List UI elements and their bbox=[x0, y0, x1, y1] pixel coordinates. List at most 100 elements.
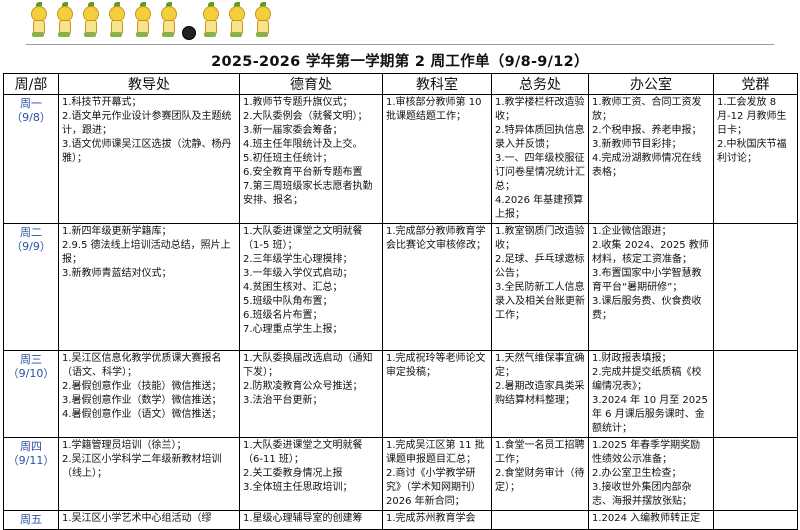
mascot-image bbox=[224, 2, 248, 40]
day-date: （9/9） bbox=[11, 240, 51, 253]
task-item: 3.法治平台更新； bbox=[243, 395, 323, 406]
task-item: 2.语文单元作业设计参赛团队及主题统计，跟进； bbox=[62, 111, 232, 136]
task-cell-general-affairs bbox=[491, 510, 589, 530]
day-label: 周五 bbox=[20, 513, 42, 526]
task-cell-general-affairs: 1.天然气维保事宜确定； 2.暑期改造家具类采购结算材料整理； bbox=[491, 350, 589, 438]
column-header-day: 周/部 bbox=[3, 73, 59, 95]
task-item: 2.吴江区小学科学二年级新教材培训（线上）； bbox=[62, 454, 222, 479]
task-cell-party-union bbox=[713, 437, 798, 511]
table-row: 周一 （9/8） 1.科技节开幕式； 2.语文单元作业设计参赛团队及主题统计，跟进； 3… bbox=[3, 94, 798, 224]
task-cell-moral: 1.大队委进课堂之文明就餐（6-11 班）； 2.关工委教身情况上报 3.全体班主任… bbox=[239, 437, 383, 511]
table-row: 周五 1.吴江区小学艺术中心组活动（缪 1.星级心理辅导室的创建筹 1.完成苏州教育学… bbox=[3, 510, 798, 530]
task-cell-moral: 1.大队委换届改选启动（通知下发）； 2.防欺凌教育公众号推送； 3.法治平台更新； bbox=[239, 350, 383, 438]
task-item: 3.布置国家中小学智慧教育平台“暑期研修”； bbox=[592, 268, 702, 293]
task-item: 1.天然气维保事宜确定； bbox=[495, 353, 585, 378]
task-cell-teaching: 1.吴江区信息化教学优质课大赛报名（语文、科学）； 2.暑假创意作业（技能）微信推… bbox=[58, 350, 240, 438]
task-item: 2.暑期改造家具类采购结算材料整理； bbox=[495, 381, 585, 406]
task-item: 1.吴江区小学艺术中心组活动（缪 bbox=[62, 513, 212, 524]
task-cell-research: 1.完成部分教师教育学会比赛论文审核修改； bbox=[382, 223, 492, 351]
task-item: 2.足球、乒乓球邀标公告； bbox=[495, 254, 585, 279]
task-item: 3.一年级入学仪式启动； bbox=[243, 268, 353, 279]
task-cell-moral: 1.教师节专题升旗仪式； 2.大队委例会（就餐文明）； 3.新一届家委会筹备； 4.班… bbox=[239, 94, 383, 224]
task-item: 1.学籍管理员培训（徐兰）； bbox=[62, 440, 187, 451]
task-item: 1.教室钢质门改造验收； bbox=[495, 226, 585, 251]
mascot-image bbox=[26, 2, 50, 40]
task-item: 2.暑假创意作业（技能）微信推送； bbox=[62, 381, 222, 392]
task-item: 2.关工委教身情况上报 bbox=[243, 468, 343, 479]
day-date: （9/10） bbox=[7, 367, 55, 380]
task-item: 1.财政报表填报； bbox=[592, 353, 672, 364]
task-item: 3.新教师青蓝结对仪式； bbox=[62, 268, 172, 279]
task-item: 1.新四年级更新学籍库； bbox=[62, 226, 172, 237]
task-cell-teaching: 1.学籍管理员培训（徐兰）； 2.吴江区小学科学二年级新教材培训（线上）； bbox=[58, 437, 240, 511]
header-decoration bbox=[26, 2, 274, 42]
task-item: 4.班主任年限统计及上交。 bbox=[243, 139, 363, 150]
task-cell-teaching: 1.科技节开幕式； 2.语文单元作业设计参赛团队及主题统计，跟进； 3.语文优师课吴… bbox=[58, 94, 240, 224]
day-label: 周三 bbox=[20, 353, 42, 366]
mascot-image bbox=[52, 2, 76, 40]
day-cell: 周二 （9/9） bbox=[3, 223, 59, 351]
weekly-work-table: 周/部 教导处 德育处 教科室 总务处 办公室 党群 周一 （9/8） 1.科技节开… bbox=[3, 73, 798, 530]
task-item: 3.全体班主任思政培训； bbox=[243, 482, 353, 493]
page-title: 2025-2026 学年第一学期第 2 周工作单（9/8-9/12） bbox=[211, 54, 589, 70]
column-header-party-union: 党群 bbox=[713, 73, 798, 95]
task-item: 3.新教师节目彩排； bbox=[592, 139, 682, 150]
task-item: 1.教师节专题升旗仪式； bbox=[243, 97, 353, 108]
task-item: 2.办公室卫生检查； bbox=[592, 468, 682, 479]
task-item: 2.收集 2024、2025 教师材料，核定工资准备； bbox=[592, 240, 709, 265]
task-cell-party-union bbox=[713, 350, 798, 438]
task-item: 1.大队委进课堂之文明就餐（1-5 班）； bbox=[243, 226, 363, 251]
task-cell-moral: 1.星级心理辅导室的创建筹 bbox=[239, 510, 383, 530]
task-item: 1.星级心理辅导室的创建筹 bbox=[243, 513, 363, 524]
task-item: 1.企业微信跟进； bbox=[592, 226, 672, 237]
task-cell-admin: 1.财政报表填报； 2.完成并提交纸质稿《校编情况表》； 3.2024 年 10 月… bbox=[588, 350, 714, 438]
task-item: 3.新一届家委会筹备； bbox=[243, 125, 343, 136]
day-cell: 周四 （9/11） bbox=[3, 437, 59, 511]
task-item: 3.课后服务费、伙食费收费； bbox=[592, 296, 702, 321]
task-item: 4.贫困生核对、汇总； bbox=[243, 282, 343, 293]
column-header-moral-office: 德育处 bbox=[239, 73, 383, 95]
task-cell-teaching: 1.吴江区小学艺术中心组活动（缪 bbox=[58, 510, 240, 530]
mascot-image bbox=[156, 2, 180, 40]
task-cell-research: 1.完成吴江区第 11 批课题申报题目汇总； 2.商讨《小学教学研究》（学术知网期… bbox=[382, 437, 492, 511]
task-cell-teaching: 1.新四年级更新学籍库； 2.9.5 德法线上培训活动总结，照片上报； 3.新教师青… bbox=[58, 223, 240, 351]
task-item: 5.初任班主任统计； bbox=[243, 153, 333, 164]
day-date: （9/11） bbox=[7, 454, 55, 467]
mascot-image bbox=[198, 2, 222, 40]
task-item: 3.暑假创意作业（数学）微信推送； bbox=[62, 395, 222, 406]
mascot-image bbox=[250, 2, 274, 40]
day-label: 周二 bbox=[20, 226, 42, 239]
column-header-research-office: 教科室 bbox=[382, 73, 492, 95]
task-item: 1.完成祝玲等老师论文审定投稿； bbox=[386, 353, 486, 378]
task-item: 7.心理重点学生上报； bbox=[243, 324, 343, 335]
day-cell: 周三 （9/10） bbox=[3, 350, 59, 438]
task-item: 1.审核部分教师第 10 批课题结题工作； bbox=[386, 97, 482, 122]
task-cell-party-union bbox=[713, 223, 798, 351]
task-item: 3.一、四年级校服征订问卷星情况统计汇总； bbox=[495, 153, 585, 192]
task-item: 1.工会发放 8 月-12 月教师生日卡； bbox=[717, 97, 787, 136]
task-cell-admin: 1.2025 年春季学期奖励性绩效公示准备； 2.办公室卫生检查； 3.接收世外集团… bbox=[588, 437, 714, 511]
table-row: 周二 （9/9） 1.新四年级更新学籍库； 2.9.5 德法线上培训活动总结，照片上报… bbox=[3, 223, 798, 351]
header-rule bbox=[26, 44, 774, 45]
column-header-general-affairs: 总务处 bbox=[491, 73, 589, 95]
task-item: 2.商讨《小学教学研究》（学术知网期刊）2026 年新合同； bbox=[386, 468, 481, 507]
task-cell-admin: 1.教师工资、合同工资发放； 2.个税申报、养老申报； 3.新教师节目彩排； 4.完成… bbox=[588, 94, 714, 224]
task-cell-research: 1.完成苏州教育学会 bbox=[382, 510, 492, 530]
task-item: 2.个税申报、养老申报； bbox=[592, 125, 702, 136]
task-item: 2.特异体质回执信息录入并反馈； bbox=[495, 125, 585, 150]
task-item: 2.9.5 德法线上培训活动总结，照片上报； bbox=[62, 240, 231, 265]
task-item: 2.食堂财务审计（待定）； bbox=[495, 468, 585, 493]
task-cell-admin: 1.企业微信跟进； 2.收集 2024、2025 教师材料，核定工资准备； 3.布置… bbox=[588, 223, 714, 351]
day-cell: 周一 （9/8） bbox=[3, 94, 59, 224]
task-cell-party-union: 1.工会发放 8 月-12 月教师生日卡； 2.中秋国庆节福利讨论； bbox=[713, 94, 798, 224]
table-header-row: 周/部 教导处 德育处 教科室 总务处 办公室 党群 bbox=[3, 73, 798, 95]
task-item: 7.第三周班级家长志愿者执勤安排、报名； bbox=[243, 181, 373, 206]
task-item: 1.吴江区信息化教学优质课大赛报名（语文、科学）； bbox=[62, 353, 222, 378]
task-item: 3.全民防新工人信息录入及相关台账更新工作； bbox=[495, 282, 585, 321]
task-item: 1.完成部分教师教育学会比赛论文审核修改； bbox=[386, 226, 486, 251]
table-row: 周三 （9/10） 1.吴江区信息化教学优质课大赛报名（语文、科学）； 2.暑假创意作… bbox=[3, 350, 798, 438]
task-item: 1.2025 年春季学期奖励性绩效公示准备； bbox=[592, 440, 701, 465]
task-item: 4.暑假创意作业（语文）微信推送； bbox=[62, 409, 222, 420]
task-item: 1.科技节开幕式； bbox=[62, 97, 142, 108]
mascot-image bbox=[104, 2, 128, 40]
